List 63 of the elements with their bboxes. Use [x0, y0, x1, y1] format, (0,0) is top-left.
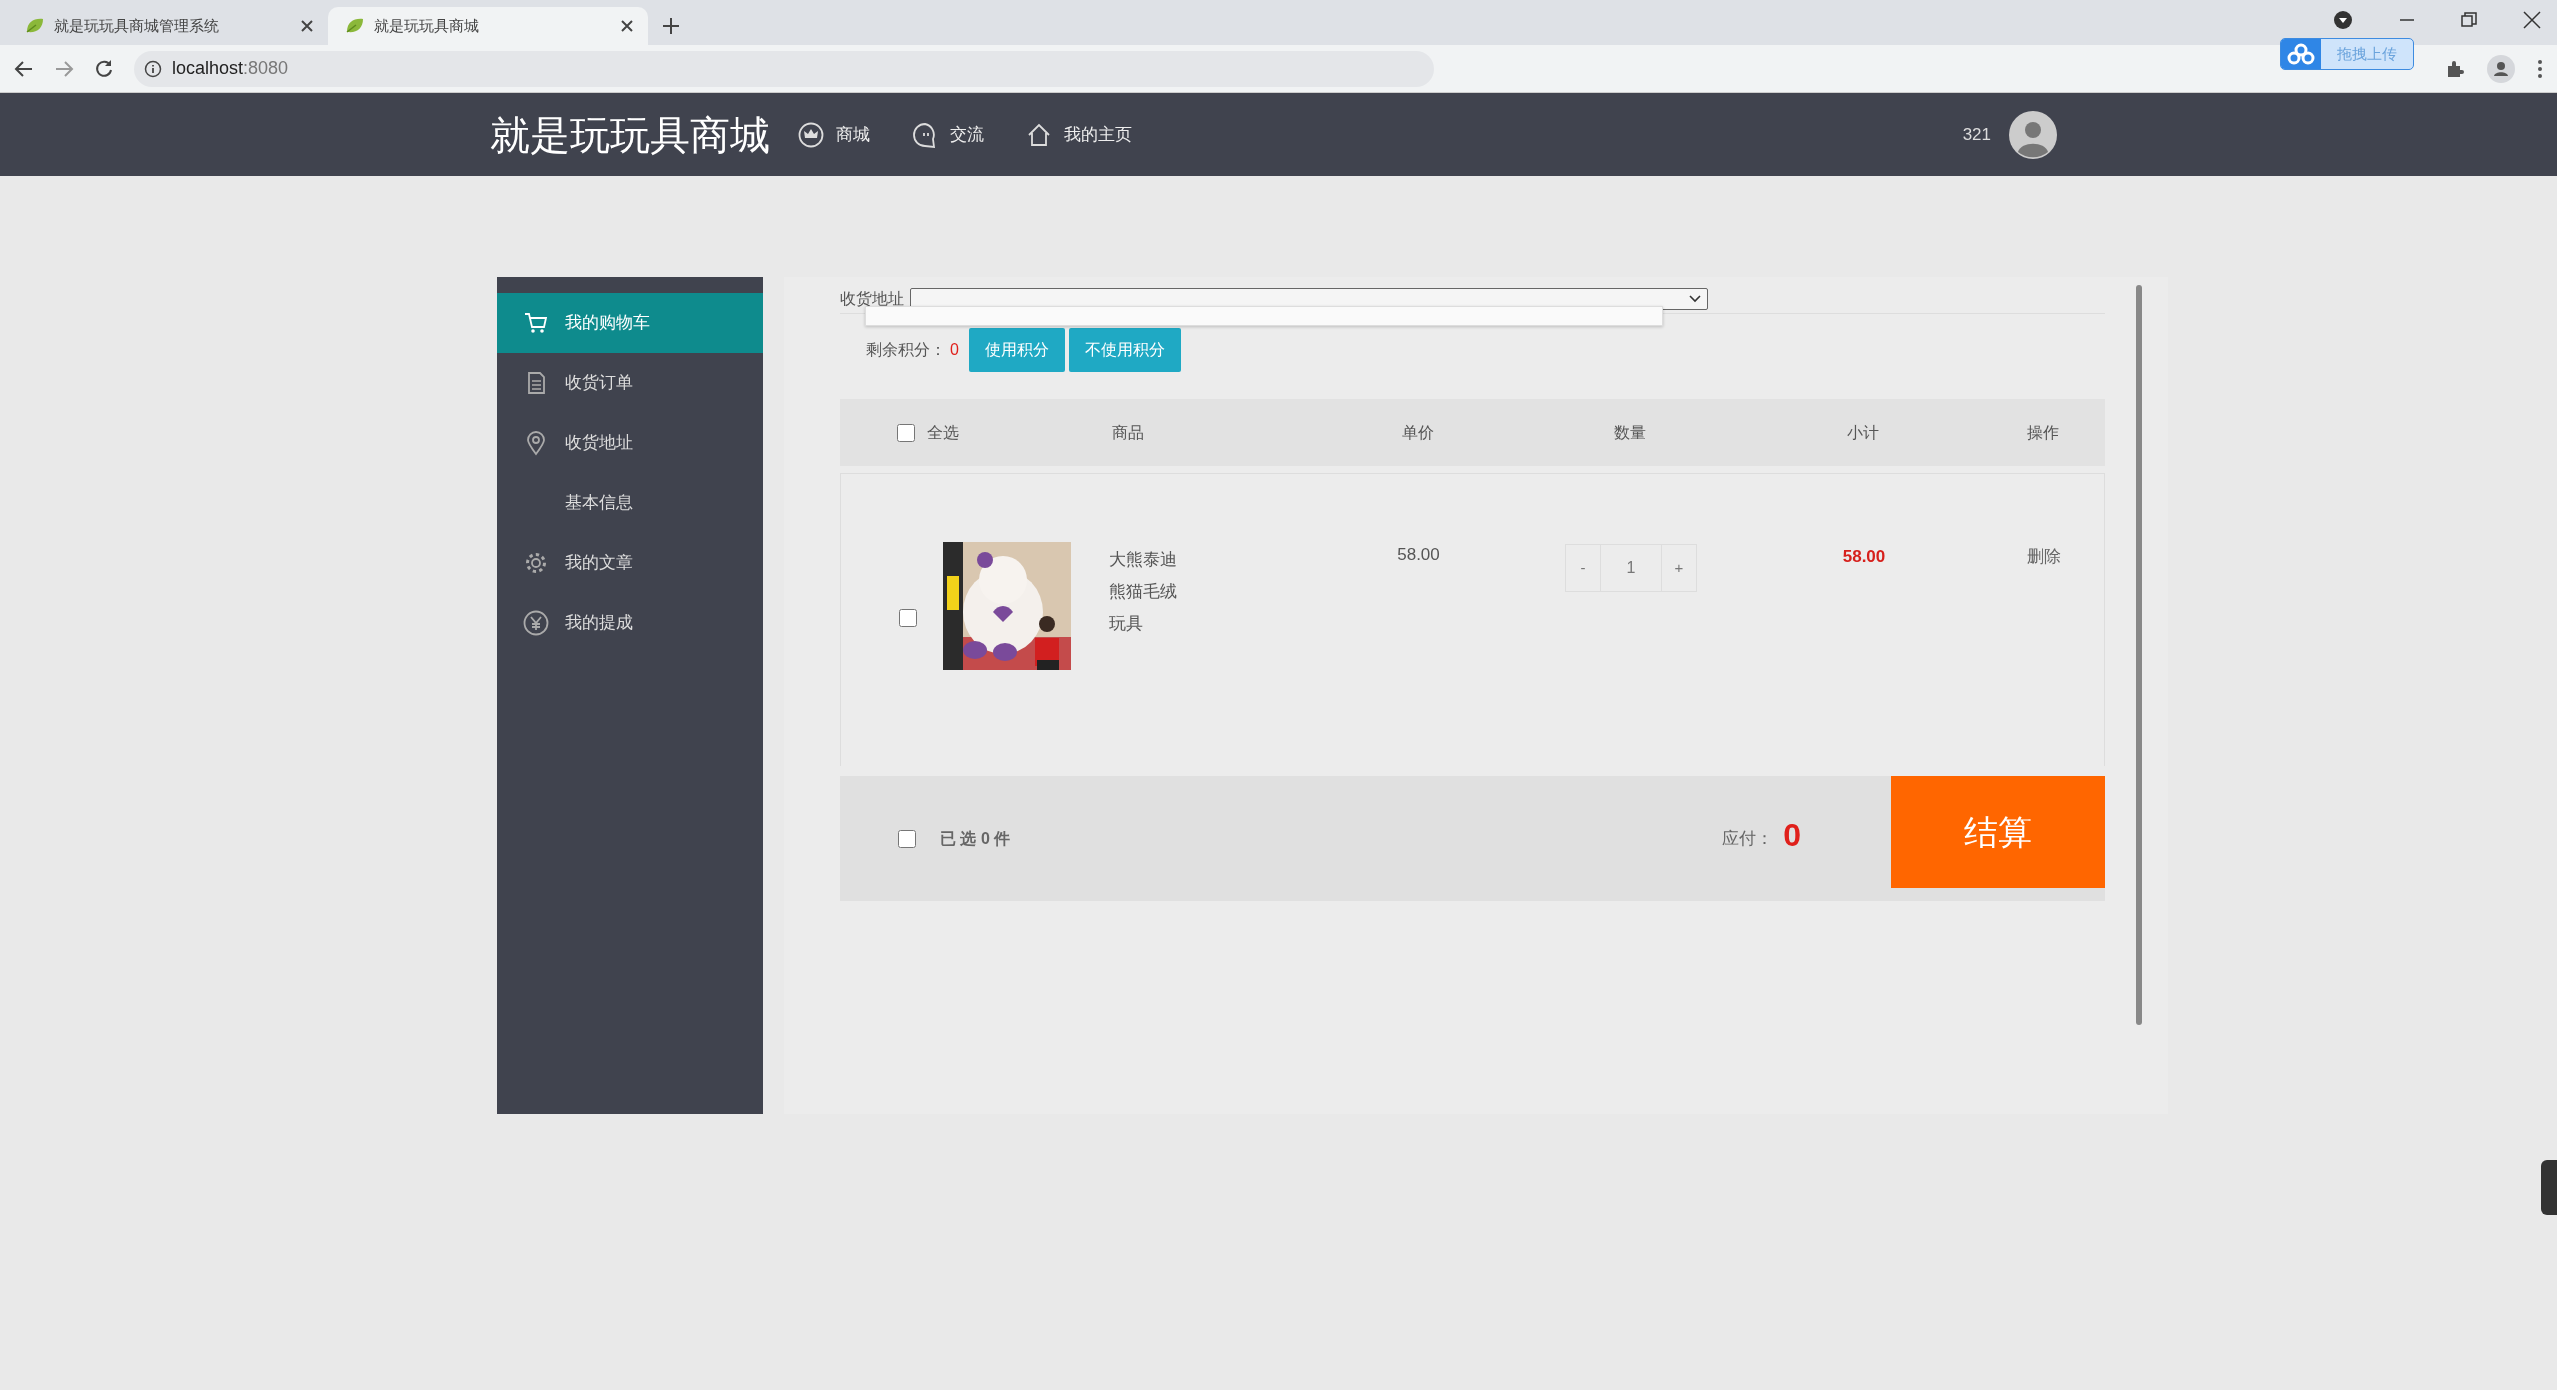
unit-price: 58.00 — [1396, 544, 1441, 566]
increase-button[interactable]: + — [1661, 544, 1697, 592]
profile-icon[interactable] — [2487, 54, 2515, 83]
site-logo[interactable]: 就是玩玩具商城 — [490, 104, 770, 165]
leaf-icon — [24, 16, 44, 36]
extension-icon[interactable] — [2445, 58, 2465, 79]
back-icon[interactable] — [14, 58, 34, 79]
select-all-label: 全选 — [927, 422, 959, 443]
forward-icon[interactable] — [54, 58, 74, 79]
points-value: 0 — [950, 340, 959, 360]
item-checkbox[interactable] — [899, 609, 917, 627]
column-header: 小计 — [1846, 422, 1880, 443]
column-header: 商品 — [1110, 422, 1145, 443]
field-label: 收货地址 — [840, 289, 904, 309]
tab-title: 就是玩玩具商城管理系统 — [54, 15, 220, 36]
selected-count: 已 选 0 件 — [940, 828, 1011, 849]
payable-label: 应付： — [1722, 827, 1774, 850]
column-header: 操作 — [2026, 422, 2060, 443]
delete-link[interactable]: 删除 — [2027, 544, 2061, 570]
select-all-checkbox[interactable] — [898, 829, 916, 848]
sidebar-item[interactable]: 收货地址 — [497, 413, 763, 473]
nav-link[interactable]: 商城 — [798, 121, 870, 148]
restore-icon[interactable] — [2461, 12, 2477, 28]
cart-icon — [523, 310, 549, 336]
close-icon[interactable] — [300, 19, 314, 33]
media-icon[interactable] — [2333, 10, 2353, 30]
points-label: 剩余积分： — [866, 340, 946, 360]
close-icon[interactable] — [620, 19, 634, 33]
address-field[interactable]: localhost:8080 — [134, 50, 1434, 87]
sidebar-item[interactable]: 收货订单 — [497, 353, 763, 413]
new-tab-icon[interactable] — [662, 17, 680, 35]
product-name[interactable]: 大熊泰迪熊猫毛绒玩具 — [1061, 544, 1183, 640]
info-icon — [144, 59, 162, 78]
nav-link[interactable]: 我的主页 — [1026, 121, 1132, 148]
payable-amount: 0 — [1783, 815, 1801, 855]
column-header: 数量 — [1613, 422, 1647, 443]
reload-icon[interactable] — [94, 58, 114, 79]
column-header: 单价 — [1400, 422, 1435, 443]
url-text: localhost:8080 — [172, 57, 289, 80]
chevron-down-icon — [1689, 295, 1701, 303]
menu-icon[interactable] — [2537, 58, 2543, 79]
browser-tab[interactable]: 就是玩玩具商城管理系统 — [8, 7, 328, 45]
sidebar-item[interactable]: 基本信息 — [497, 473, 763, 533]
home-icon — [1026, 121, 1052, 148]
subtotal: 58.00 — [1841, 546, 1887, 568]
avatar[interactable] — [2009, 110, 2057, 159]
sidebar-item[interactable]: 我的购物车 — [497, 293, 763, 353]
scrollbar[interactable] — [2136, 285, 2142, 1025]
close-icon[interactable] — [2523, 11, 2541, 29]
yen-icon — [523, 610, 549, 636]
cloud-icon — [2281, 39, 2321, 69]
select-all-checkbox[interactable] — [897, 423, 915, 442]
sidebar-item[interactable]: 我的提成 — [497, 593, 763, 653]
crown-icon — [798, 121, 824, 148]
tab-title: 就是玩玩具商城 — [374, 15, 480, 36]
gear-icon — [523, 550, 549, 576]
decrease-button[interactable]: - — [1565, 544, 1601, 592]
username[interactable]: 321 — [1962, 121, 1991, 148]
leaf-icon — [344, 16, 364, 36]
chat-icon — [912, 121, 938, 148]
nav-link[interactable]: 交流 — [912, 121, 984, 148]
browser-tab[interactable]: 就是玩玩具商城 — [328, 7, 648, 45]
sidebar-item[interactable]: 我的文章 — [497, 533, 763, 593]
